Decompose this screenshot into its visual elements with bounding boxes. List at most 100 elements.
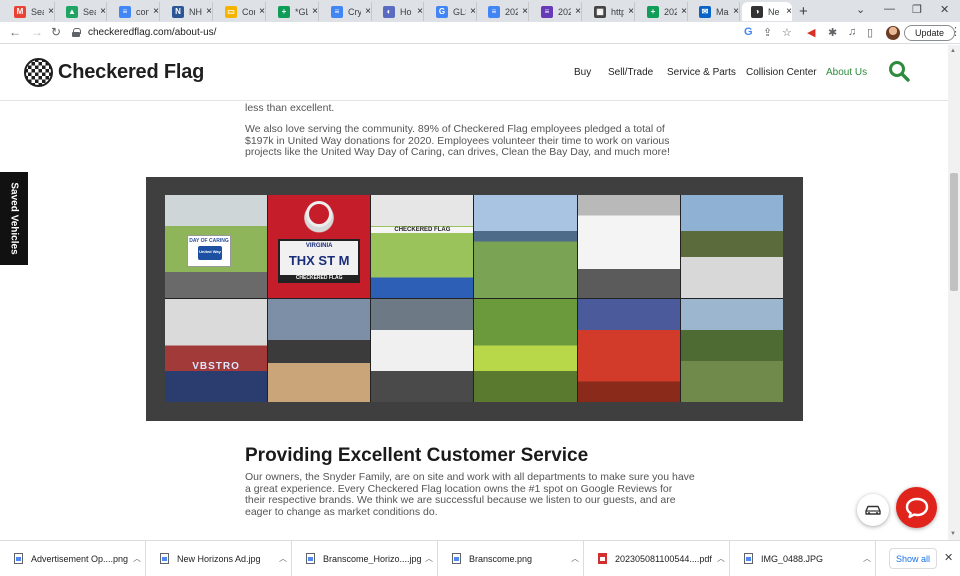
close-tab-icon[interactable]: × (417, 6, 423, 17)
chat-button[interactable] (896, 487, 937, 528)
update-button[interactable]: Update (904, 25, 955, 41)
extensions-puzzle-icon[interactable]: ✱ (828, 26, 837, 39)
tab-title: con (136, 6, 150, 17)
browser-tab[interactable]: ◑ Ne × (742, 2, 792, 21)
tab-title: GLS (453, 6, 466, 17)
scroll-up-icon[interactable]: ▲ (950, 48, 956, 54)
browser-tab[interactable]: +202 × (638, 2, 688, 21)
tab-search-icon[interactable]: ⌄ (856, 3, 865, 16)
docs-icon: ≡ (331, 5, 343, 18)
close-tab-icon[interactable]: × (312, 6, 318, 17)
close-tab-icon[interactable]: × (681, 6, 687, 17)
download-item[interactable]: Advertisement Op....png ︿ (0, 541, 146, 576)
browser-tab[interactable]: ◐ Ho × (374, 2, 424, 21)
google-icon[interactable]: G (744, 26, 753, 38)
download-filename: IMG_0488.JPG (761, 553, 824, 564)
close-tab-icon[interactable]: × (259, 6, 265, 17)
browser-tab[interactable]: N NH × (163, 2, 213, 21)
close-tab-icon[interactable]: × (48, 6, 54, 17)
bookmark-star-icon[interactable]: ☆ (782, 26, 792, 39)
photo-outdoor-event (474, 195, 577, 298)
browser-tab[interactable]: ≡ 202 × (532, 2, 582, 21)
close-tab-icon[interactable]: × (206, 6, 212, 17)
close-tab-icon[interactable]: × (100, 6, 106, 17)
close-tab-icon[interactable]: × (628, 6, 634, 17)
browser-tab[interactable]: + *GL × (269, 2, 319, 21)
close-tab-icon[interactable]: × (575, 6, 581, 17)
close-tab-icon[interactable]: × (733, 6, 739, 17)
new-tab-button[interactable]: + (799, 3, 808, 20)
chevron-up-icon[interactable]: ︿ (279, 553, 287, 564)
download-filename: 202305081100544....pdf (615, 553, 712, 564)
tab-title: Cry (348, 6, 362, 17)
site-header: Checkered Flag Buy Sell/Trade Service & … (0, 45, 948, 101)
minimize-icon[interactable]: — (884, 3, 895, 15)
download-item[interactable]: 202305081100544....pdf ︿ (584, 541, 730, 576)
license-plate: VIRGINIA THX ST M CHECKERED FLAG (278, 239, 361, 283)
browser-tab[interactable]: ≡ Cry × (322, 2, 372, 21)
plate-state: VIRGINIA (305, 243, 333, 249)
menu-icon[interactable]: ⋮ (950, 25, 960, 38)
site-logo[interactable]: Checkered Flag (24, 58, 204, 87)
close-tab-icon[interactable]: × (153, 6, 159, 17)
forward-icon[interactable]: → (31, 25, 43, 39)
nav-collision-center[interactable]: Collision Center (746, 67, 817, 78)
outlook-icon: ✉ (699, 5, 711, 18)
sign-caption: DAY OF CARING (189, 238, 229, 244)
chevron-up-icon[interactable]: ︿ (425, 553, 433, 564)
scroll-thumb[interactable] (950, 173, 958, 291)
back-icon[interactable]: ← (9, 25, 21, 39)
close-tab-icon[interactable]: × (365, 6, 371, 17)
close-shelf-icon[interactable]: ✕ (944, 551, 953, 564)
download-item[interactable]: Branscome_Horizo....jpg ︿ (292, 541, 438, 576)
browser-tab[interactable]: ▲ Sea × (57, 2, 107, 21)
photo-kids-boxes (268, 299, 371, 402)
browser-tab[interactable]: ≡ con × (110, 2, 160, 21)
side-panel-icon[interactable]: ▯ (867, 26, 873, 39)
download-filename: Branscome.png (469, 553, 533, 564)
united-way-logo: United Way (198, 246, 222, 260)
reload-icon[interactable]: ↻ (51, 25, 61, 39)
tab-title: Sea (83, 6, 96, 17)
scroll-down-icon[interactable]: ▼ (950, 531, 956, 537)
browser-tab[interactable]: ▭ Cor × (216, 2, 266, 21)
show-all-button[interactable]: Show all (889, 548, 937, 569)
section-heading: Providing Excellent Customer Service (245, 445, 589, 466)
browser-tab[interactable]: ✉ Ma × (690, 2, 740, 21)
browser-tab[interactable]: G GLS × (427, 2, 477, 21)
download-item[interactable]: New Horizons Ad.jpg ︿ (146, 541, 292, 576)
chevron-up-icon[interactable]: ︿ (717, 553, 725, 564)
search-icon[interactable] (888, 60, 910, 82)
media-icon[interactable]: ♫ (848, 26, 856, 38)
chevron-up-icon[interactable]: ︿ (133, 553, 141, 564)
nav-about-us[interactable]: About Us (826, 67, 867, 78)
close-window-icon[interactable]: ✕ (940, 3, 949, 16)
chevron-up-icon[interactable]: ︿ (571, 553, 579, 564)
page-content: their area of expertise. We employ the b… (0, 101, 948, 540)
lock-icon (72, 28, 81, 37)
browser-tab[interactable]: M Sea × (5, 2, 55, 21)
address-bar[interactable]: checkeredflag.com/about-us/ (64, 24, 724, 41)
close-tab-icon[interactable]: × (470, 6, 476, 17)
drive-icon: ▲ (66, 5, 78, 18)
nav-service-parts[interactable]: Service & Parts (667, 67, 736, 78)
download-item[interactable]: Branscome.png ︿ (438, 541, 584, 576)
close-tab-icon[interactable]: × (786, 6, 792, 17)
united-way-caption: United Way (199, 249, 221, 254)
profile-avatar[interactable] (886, 26, 900, 40)
close-tab-icon[interactable]: × (522, 6, 528, 17)
saved-vehicles-tab[interactable]: Saved Vehicles (0, 172, 28, 265)
garage-car-button[interactable] (857, 494, 889, 526)
nav-buy[interactable]: Buy (574, 67, 591, 78)
page-scrollbar[interactable]: ▲ ▼ (948, 45, 960, 540)
nav-sell-trade[interactable]: Sell/Trade (608, 67, 653, 78)
photo-red-wall-room: VBSTRO (165, 299, 268, 402)
forms-icon: ≡ (541, 5, 553, 18)
browser-tab[interactable]: ▦ http × (585, 2, 635, 21)
download-item[interactable]: IMG_0488.JPG ︿ (730, 541, 876, 576)
extension-megaphone-icon[interactable]: ◀ (807, 26, 815, 39)
restore-icon[interactable]: ❐ (912, 3, 922, 16)
share-icon[interactable]: ⇪ (763, 26, 772, 39)
browser-tab[interactable]: ≡ 202 × (479, 2, 529, 21)
chevron-up-icon[interactable]: ︿ (863, 553, 871, 564)
